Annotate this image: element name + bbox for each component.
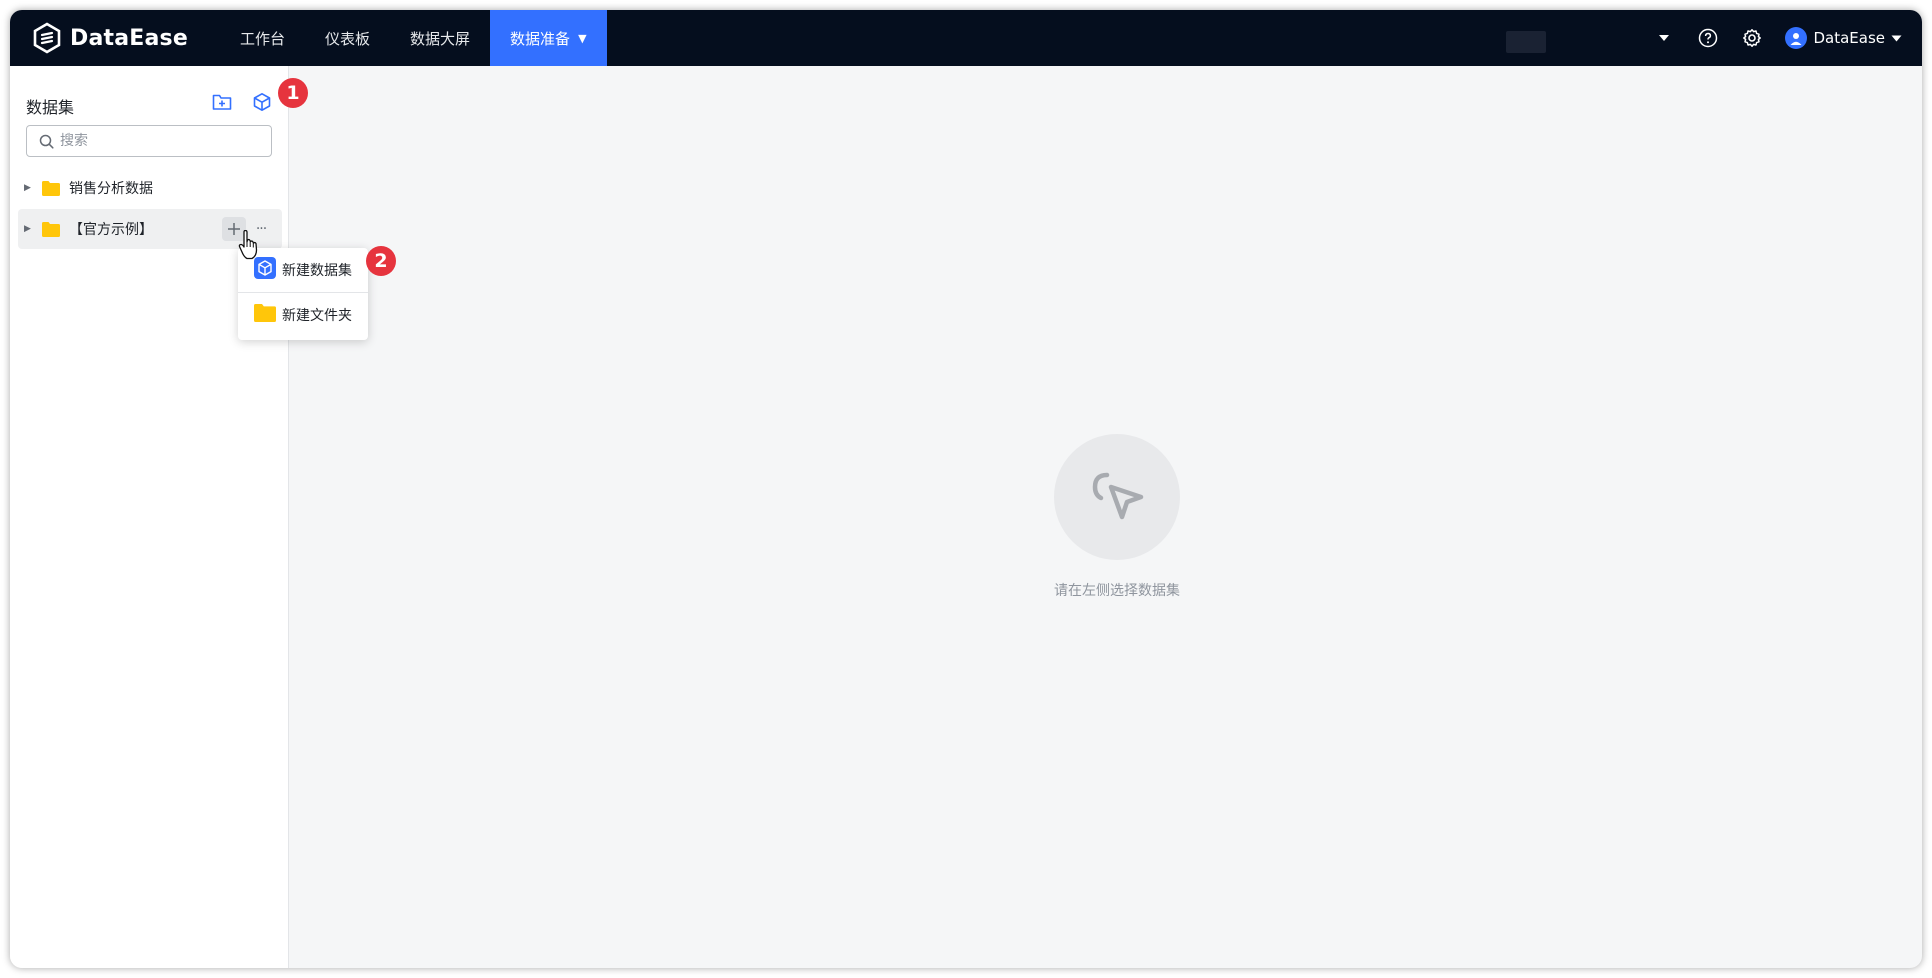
caret-down-icon: ▼ xyxy=(578,31,587,45)
dataease-logo-icon xyxy=(33,22,61,54)
nav-label: 仪表板 xyxy=(325,29,371,48)
user-name: DataEase xyxy=(1813,29,1885,47)
top-right-tools: DataEase xyxy=(1653,10,1902,66)
folder-add-icon xyxy=(212,94,232,110)
top-placeholder-block xyxy=(1506,31,1546,53)
expand-arrow-icon[interactable]: ▶ xyxy=(24,224,36,234)
search-box[interactable] xyxy=(26,125,272,157)
pointer-select-icon xyxy=(1092,472,1144,520)
help-icon[interactable] xyxy=(1697,27,1719,49)
avatar xyxy=(1785,27,1808,49)
step-badge-2: 2 xyxy=(366,246,396,276)
hand-pointer-cursor-icon xyxy=(238,230,258,260)
folder-icon xyxy=(254,304,276,326)
logo-text: DataEase xyxy=(70,25,188,51)
dataset-cube-icon xyxy=(253,93,271,111)
new-folder-button[interactable] xyxy=(210,90,234,114)
app-window: DataEase 工作台 仪表板 数据大屏 数据准备 ▼ DataEase 数据… xyxy=(10,10,1922,968)
nav-workbench[interactable]: 工作台 xyxy=(220,10,305,66)
search-input[interactable] xyxy=(54,132,262,150)
app-logo[interactable]: DataEase xyxy=(32,20,188,56)
nav-label: 数据准备 xyxy=(510,29,571,48)
add-context-menu: 新建数据集 新建文件夹 xyxy=(238,248,368,340)
dataset-sidebar: 数据集 ▶ 销售分析数据 xyxy=(10,66,289,968)
empty-state-illustration xyxy=(1054,434,1180,560)
settings-gear-icon[interactable] xyxy=(1741,27,1763,49)
sidebar-title: 数据集 xyxy=(26,98,75,117)
dropdown-caret-icon[interactable] xyxy=(1653,27,1675,49)
new-dataset-button[interactable] xyxy=(250,90,274,114)
nav-label: 数据大屏 xyxy=(410,29,471,48)
expand-arrow-icon[interactable]: ▶ xyxy=(24,183,36,193)
step-badge-1: 1 xyxy=(278,78,308,108)
menu-item-label: 新建文件夹 xyxy=(282,308,352,324)
nav-label: 工作台 xyxy=(240,29,286,48)
tree-node-label: 【官方示例】 xyxy=(69,222,153,238)
user-menu[interactable]: DataEase xyxy=(1785,27,1902,49)
folder-icon xyxy=(42,221,60,237)
tree-node-label: 销售分析数据 xyxy=(69,181,153,197)
search-icon xyxy=(39,134,54,149)
nav-data-screen[interactable]: 数据大屏 xyxy=(390,10,490,66)
nav-dashboard[interactable]: 仪表板 xyxy=(305,10,390,66)
top-navigation-bar: DataEase 工作台 仪表板 数据大屏 数据准备 ▼ DataEase xyxy=(10,10,1922,66)
empty-state-text: 请在左侧选择数据集 xyxy=(1054,583,1180,599)
caret-down-icon xyxy=(1891,35,1902,41)
nav-data-prep[interactable]: 数据准备 ▼ xyxy=(490,10,607,66)
main-nav: 工作台 仪表板 数据大屏 数据准备 ▼ xyxy=(220,10,607,66)
menu-item-label: 新建数据集 xyxy=(282,263,352,279)
dataset-cube-icon xyxy=(254,257,276,283)
menu-item-new-folder[interactable]: 新建文件夹 xyxy=(238,293,368,337)
tree-node-sales-data[interactable]: ▶ 销售分析数据 xyxy=(18,168,282,208)
folder-icon xyxy=(42,180,60,196)
